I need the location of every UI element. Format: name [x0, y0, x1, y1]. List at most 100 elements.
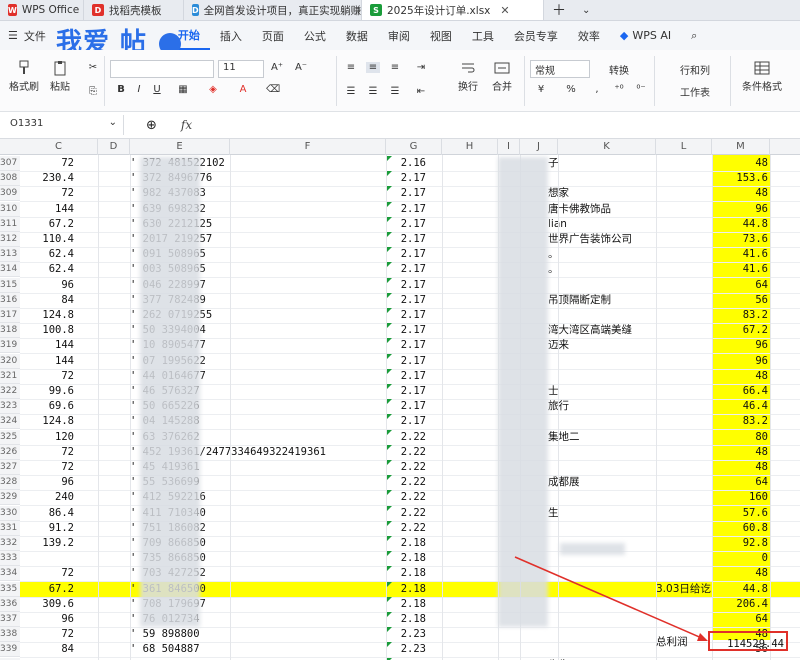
cell-g[interactable]: 2.17: [386, 247, 426, 262]
cell-g[interactable]: 2.17: [386, 308, 426, 323]
row-header[interactable]: 326: [0, 444, 20, 460]
cell-k[interactable]: 成都展: [548, 475, 656, 490]
convert-button[interactable]: 转换: [598, 62, 640, 77]
paste-button[interactable]: 粘贴: [44, 60, 76, 93]
cell-m[interactable]: 83.2: [712, 414, 768, 429]
cell-c[interactable]: 67.2: [20, 217, 74, 232]
column-header-m[interactable]: M: [712, 139, 770, 155]
cell-g[interactable]: 2.17: [386, 278, 426, 293]
menu-efficiency[interactable]: 效率: [568, 21, 610, 50]
row-header[interactable]: 324: [0, 414, 20, 430]
cell-g[interactable]: 2.17: [386, 293, 426, 308]
cell-m[interactable]: 83.2: [712, 308, 768, 323]
cell-l[interactable]: [656, 430, 712, 445]
cell-l[interactable]: [656, 278, 712, 293]
total-profit-label[interactable]: 总利润: [656, 635, 712, 650]
cell-l[interactable]: [656, 156, 712, 171]
cell-c[interactable]: 84: [20, 642, 74, 657]
cell-c[interactable]: 144: [20, 338, 74, 353]
menu-data[interactable]: 数据: [336, 21, 378, 50]
row-header[interactable]: 316: [0, 292, 20, 308]
cell-g[interactable]: 2.22: [386, 460, 426, 475]
outdent-icon[interactable]: ⇤: [414, 86, 428, 97]
row-header[interactable]: 320: [0, 353, 20, 369]
column-header-e[interactable]: E: [130, 139, 230, 155]
wrap-text-button[interactable]: 换行: [452, 60, 484, 93]
cell-m[interactable]: 66.4: [712, 384, 768, 399]
cell-l[interactable]: [656, 369, 712, 384]
cell-m[interactable]: 96: [712, 202, 768, 217]
cell-m[interactable]: 60.8: [712, 521, 768, 536]
cell-c[interactable]: 91.2: [20, 521, 74, 536]
cell-k[interactable]: [548, 642, 656, 657]
cell-c[interactable]: 72: [20, 445, 74, 460]
align-top-icon[interactable]: ≡: [344, 62, 358, 73]
cell-l[interactable]: [656, 445, 712, 460]
menu-file[interactable]: 文件: [22, 21, 56, 50]
cell-k[interactable]: [548, 308, 656, 323]
row-header[interactable]: 315: [0, 277, 20, 293]
cell-m[interactable]: 73.6: [712, 232, 768, 247]
row-header[interactable]: 309: [0, 186, 20, 202]
cell-c[interactable]: 72: [20, 566, 74, 581]
cell-l[interactable]: 3.03日给讫: [656, 582, 712, 597]
cell-g[interactable]: 2.18: [386, 551, 426, 566]
cell-g[interactable]: 2.16: [386, 156, 426, 171]
cell-g[interactable]: 2.23: [386, 642, 426, 657]
cell-g[interactable]: 2.22: [386, 506, 426, 521]
cell-m[interactable]: 80: [712, 430, 768, 445]
row-header[interactable]: 339: [0, 642, 20, 658]
cell-c[interactable]: 72: [20, 627, 74, 642]
zoom-icon[interactable]: ⊕: [146, 118, 157, 133]
cell-g[interactable]: 2.17: [386, 232, 426, 247]
cell-c[interactable]: 84: [20, 293, 74, 308]
cell-m[interactable]: 64: [712, 612, 768, 627]
new-tab-button[interactable]: ＋: [544, 0, 574, 20]
tab-spreadsheet[interactable]: S 2025年设计订单.xlsx ✕: [362, 0, 544, 20]
cell-k[interactable]: [548, 354, 656, 369]
font-size-select[interactable]: 11: [218, 60, 264, 78]
cell-g[interactable]: 2.17: [386, 186, 426, 201]
cell-k[interactable]: 唐卡佛教饰品: [548, 202, 656, 217]
cell-c[interactable]: 124.8: [20, 414, 74, 429]
cell-g[interactable]: 2.22: [386, 430, 426, 445]
cell-g[interactable]: 2.17: [386, 369, 426, 384]
cell-g[interactable]: 2.17: [386, 414, 426, 429]
row-header[interactable]: 313: [0, 247, 20, 263]
cell-c[interactable]: 124.8: [20, 308, 74, 323]
percent-icon[interactable]: %: [564, 84, 578, 95]
cell-l[interactable]: [656, 293, 712, 308]
cell-m[interactable]: 46.4: [712, 399, 768, 414]
cell-c[interactable]: 69.6: [20, 399, 74, 414]
column-header-d[interactable]: D: [98, 139, 130, 155]
cell-m[interactable]: 48: [712, 445, 768, 460]
row-header[interactable]: 322: [0, 384, 20, 399]
cell-g[interactable]: 2.22: [386, 521, 426, 536]
cell-k[interactable]: [548, 597, 656, 612]
font-color-icon[interactable]: A: [236, 84, 250, 95]
cell-c[interactable]: 96: [20, 475, 74, 490]
cell-c[interactable]: 62.4: [20, 247, 74, 262]
menu-tools[interactable]: 工具: [462, 21, 504, 50]
cell-k[interactable]: 世界广告装饰公司: [548, 232, 656, 247]
cell-m[interactable]: 44.8: [712, 217, 768, 232]
align-right-icon[interactable]: ☰: [388, 86, 402, 97]
cell-m[interactable]: 44.8: [712, 582, 768, 597]
cell-m[interactable]: 206.4: [712, 597, 768, 612]
row-header[interactable]: 338: [0, 627, 20, 643]
cell-k[interactable]: [548, 490, 656, 505]
cell-k[interactable]: 集地二: [548, 430, 656, 445]
row-header[interactable]: 314: [0, 262, 20, 278]
row-header[interactable]: 317: [0, 308, 20, 323]
row-header[interactable]: 328: [0, 475, 20, 491]
cell-c[interactable]: 120: [20, 430, 74, 445]
row-header[interactable]: 334: [0, 566, 20, 582]
row-header[interactable]: 311: [0, 216, 20, 232]
cell-c[interactable]: 230.4: [20, 171, 74, 186]
fx-icon[interactable]: fx: [181, 118, 192, 132]
cell-l[interactable]: [656, 551, 712, 566]
formula-input[interactable]: [192, 115, 800, 135]
number-format-select[interactable]: 常规: [530, 60, 590, 78]
cell-g[interactable]: 2.17: [386, 354, 426, 369]
chevron-down-icon[interactable]: ⌄: [574, 0, 598, 20]
